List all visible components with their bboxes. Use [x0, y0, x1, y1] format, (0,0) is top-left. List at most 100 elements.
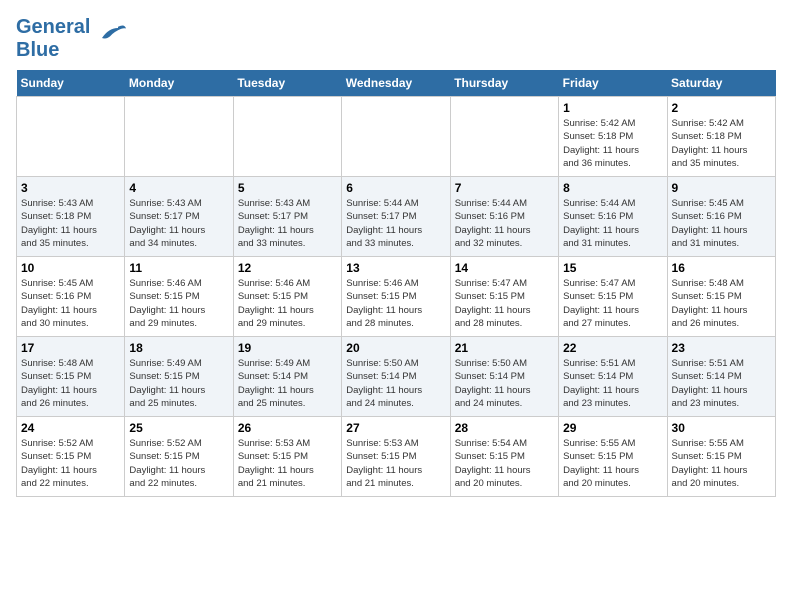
- day-info: Sunrise: 5:46 AM Sunset: 5:15 PM Dayligh…: [129, 277, 228, 330]
- day-number: 1: [563, 101, 662, 115]
- day-info: Sunrise: 5:49 AM Sunset: 5:14 PM Dayligh…: [238, 357, 337, 410]
- calendar-cell: 2 Sunrise: 5:42 AM Sunset: 5:18 PM Daylig…: [667, 97, 775, 177]
- day-info: Sunrise: 5:54 AM Sunset: 5:15 PM Dayligh…: [455, 437, 554, 490]
- day-number: 15: [563, 261, 662, 275]
- calendar-week-row: 10 Sunrise: 5:45 AM Sunset: 5:16 PM Dayli…: [17, 257, 776, 337]
- calendar-cell: 1 Sunrise: 5:42 AM Sunset: 5:18 PM Daylig…: [559, 97, 667, 177]
- day-info: Sunrise: 5:46 AM Sunset: 5:15 PM Dayligh…: [346, 277, 445, 330]
- day-number: 3: [21, 181, 120, 195]
- logo: GeneralBlue: [16, 16, 126, 62]
- day-number: 17: [21, 341, 120, 355]
- day-info: Sunrise: 5:53 AM Sunset: 5:15 PM Dayligh…: [238, 437, 337, 490]
- col-header-friday: Friday: [559, 70, 667, 97]
- calendar-cell: [125, 97, 233, 177]
- calendar-cell: 18 Sunrise: 5:49 AM Sunset: 5:15 PM Dayli…: [125, 337, 233, 417]
- day-info: Sunrise: 5:49 AM Sunset: 5:15 PM Dayligh…: [129, 357, 228, 410]
- day-number: 18: [129, 341, 228, 355]
- day-number: 10: [21, 261, 120, 275]
- day-number: 24: [21, 421, 120, 435]
- calendar-cell: 10 Sunrise: 5:45 AM Sunset: 5:16 PM Dayli…: [17, 257, 125, 337]
- calendar-header-row: SundayMondayTuesdayWednesdayThursdayFrid…: [17, 70, 776, 97]
- calendar-cell: 7Sunrise: 5:44 AM Sunset: 5:16 PM Daylig…: [450, 177, 558, 257]
- day-info: Sunrise: 5:46 AM Sunset: 5:15 PM Dayligh…: [238, 277, 337, 330]
- calendar-cell: 5 Sunrise: 5:43 AM Sunset: 5:17 PM Daylig…: [233, 177, 341, 257]
- day-info: Sunrise: 5:45 AM Sunset: 5:16 PM Dayligh…: [21, 277, 120, 330]
- day-number: 2: [672, 101, 771, 115]
- calendar-week-row: 1 Sunrise: 5:42 AM Sunset: 5:18 PM Daylig…: [17, 97, 776, 177]
- calendar-cell: 24 Sunrise: 5:52 AM Sunset: 5:15 PM Dayli…: [17, 417, 125, 497]
- day-number: 14: [455, 261, 554, 275]
- calendar-cell: 25Sunrise: 5:52 AM Sunset: 5:15 PM Dayli…: [125, 417, 233, 497]
- day-info: Sunrise: 5:50 AM Sunset: 5:14 PM Dayligh…: [455, 357, 554, 410]
- logo-text: GeneralBlue: [16, 16, 90, 62]
- day-info: Sunrise: 5:42 AM Sunset: 5:18 PM Dayligh…: [672, 117, 771, 170]
- calendar-cell: [450, 97, 558, 177]
- day-info: Sunrise: 5:52 AM Sunset: 5:15 PM Dayligh…: [21, 437, 120, 490]
- calendar-cell: 21 Sunrise: 5:50 AM Sunset: 5:14 PM Dayli…: [450, 337, 558, 417]
- col-header-monday: Monday: [125, 70, 233, 97]
- day-info: Sunrise: 5:43 AM Sunset: 5:17 PM Dayligh…: [129, 197, 228, 250]
- day-number: 4: [129, 181, 228, 195]
- calendar-cell: 11 Sunrise: 5:46 AM Sunset: 5:15 PM Dayli…: [125, 257, 233, 337]
- day-info: Sunrise: 5:47 AM Sunset: 5:15 PM Dayligh…: [455, 277, 554, 330]
- calendar-cell: 8 Sunrise: 5:44 AM Sunset: 5:16 PM Daylig…: [559, 177, 667, 257]
- day-number: 26: [238, 421, 337, 435]
- calendar-week-row: 24 Sunrise: 5:52 AM Sunset: 5:15 PM Dayli…: [17, 417, 776, 497]
- day-number: 29: [563, 421, 662, 435]
- day-number: 12: [238, 261, 337, 275]
- day-number: 6: [346, 181, 445, 195]
- calendar-cell: 22Sunrise: 5:51 AM Sunset: 5:14 PM Dayli…: [559, 337, 667, 417]
- col-header-wednesday: Wednesday: [342, 70, 450, 97]
- day-info: Sunrise: 5:52 AM Sunset: 5:15 PM Dayligh…: [129, 437, 228, 490]
- day-number: 27: [346, 421, 445, 435]
- day-number: 21: [455, 341, 554, 355]
- day-number: 13: [346, 261, 445, 275]
- calendar-cell: 14 Sunrise: 5:47 AM Sunset: 5:15 PM Dayli…: [450, 257, 558, 337]
- calendar-cell: 16 Sunrise: 5:48 AM Sunset: 5:15 PM Dayli…: [667, 257, 775, 337]
- day-number: 16: [672, 261, 771, 275]
- day-info: Sunrise: 5:45 AM Sunset: 5:16 PM Dayligh…: [672, 197, 771, 250]
- day-info: Sunrise: 5:42 AM Sunset: 5:18 PM Dayligh…: [563, 117, 662, 170]
- day-number: 11: [129, 261, 228, 275]
- day-info: Sunrise: 5:43 AM Sunset: 5:18 PM Dayligh…: [21, 197, 120, 250]
- day-info: Sunrise: 5:48 AM Sunset: 5:15 PM Dayligh…: [672, 277, 771, 330]
- calendar-cell: 20Sunrise: 5:50 AM Sunset: 5:14 PM Dayli…: [342, 337, 450, 417]
- calendar-cell: 29 Sunrise: 5:55 AM Sunset: 5:15 PM Dayli…: [559, 417, 667, 497]
- calendar-cell: 13 Sunrise: 5:46 AM Sunset: 5:15 PM Dayli…: [342, 257, 450, 337]
- day-info: Sunrise: 5:47 AM Sunset: 5:15 PM Dayligh…: [563, 277, 662, 330]
- col-header-sunday: Sunday: [17, 70, 125, 97]
- day-number: 23: [672, 341, 771, 355]
- calendar-cell: 4 Sunrise: 5:43 AM Sunset: 5:17 PM Daylig…: [125, 177, 233, 257]
- day-number: 20: [346, 341, 445, 355]
- calendar-week-row: 17Sunrise: 5:48 AM Sunset: 5:15 PM Dayli…: [17, 337, 776, 417]
- calendar-cell: 30 Sunrise: 5:55 AM Sunset: 5:15 PM Dayli…: [667, 417, 775, 497]
- day-info: Sunrise: 5:55 AM Sunset: 5:15 PM Dayligh…: [563, 437, 662, 490]
- calendar-cell: 12 Sunrise: 5:46 AM Sunset: 5:15 PM Dayli…: [233, 257, 341, 337]
- day-info: Sunrise: 5:44 AM Sunset: 5:16 PM Dayligh…: [563, 197, 662, 250]
- calendar-cell: 17Sunrise: 5:48 AM Sunset: 5:15 PM Dayli…: [17, 337, 125, 417]
- calendar-cell: 19 Sunrise: 5:49 AM Sunset: 5:14 PM Dayli…: [233, 337, 341, 417]
- calendar-cell: 23 Sunrise: 5:51 AM Sunset: 5:14 PM Dayli…: [667, 337, 775, 417]
- calendar-cell: 6Sunrise: 5:44 AM Sunset: 5:17 PM Daylig…: [342, 177, 450, 257]
- day-info: Sunrise: 5:43 AM Sunset: 5:17 PM Dayligh…: [238, 197, 337, 250]
- day-number: 7: [455, 181, 554, 195]
- calendar-cell: [233, 97, 341, 177]
- day-number: 8: [563, 181, 662, 195]
- day-info: Sunrise: 5:55 AM Sunset: 5:15 PM Dayligh…: [672, 437, 771, 490]
- day-number: 5: [238, 181, 337, 195]
- day-number: 19: [238, 341, 337, 355]
- calendar-cell: 27 Sunrise: 5:53 AM Sunset: 5:15 PM Dayli…: [342, 417, 450, 497]
- day-info: Sunrise: 5:53 AM Sunset: 5:15 PM Dayligh…: [346, 437, 445, 490]
- calendar-cell: 9Sunrise: 5:45 AM Sunset: 5:16 PM Daylig…: [667, 177, 775, 257]
- day-number: 22: [563, 341, 662, 355]
- calendar-table: SundayMondayTuesdayWednesdayThursdayFrid…: [16, 70, 776, 497]
- calendar-cell: 28 Sunrise: 5:54 AM Sunset: 5:15 PM Dayli…: [450, 417, 558, 497]
- calendar-week-row: 3 Sunrise: 5:43 AM Sunset: 5:18 PM Daylig…: [17, 177, 776, 257]
- calendar-cell: 3 Sunrise: 5:43 AM Sunset: 5:18 PM Daylig…: [17, 177, 125, 257]
- col-header-tuesday: Tuesday: [233, 70, 341, 97]
- calendar-cell: 15 Sunrise: 5:47 AM Sunset: 5:15 PM Dayli…: [559, 257, 667, 337]
- day-number: 30: [672, 421, 771, 435]
- col-header-saturday: Saturday: [667, 70, 775, 97]
- day-info: Sunrise: 5:51 AM Sunset: 5:14 PM Dayligh…: [672, 357, 771, 410]
- day-number: 28: [455, 421, 554, 435]
